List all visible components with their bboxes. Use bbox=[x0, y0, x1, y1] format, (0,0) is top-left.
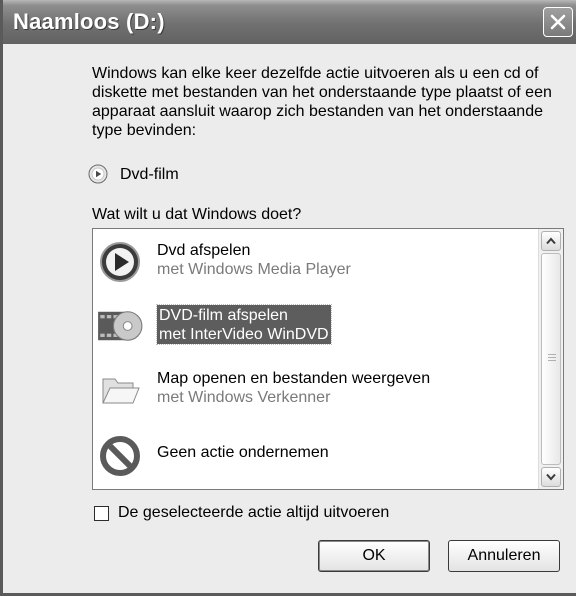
window-title: Naamloos (D:) bbox=[13, 9, 165, 34]
close-button[interactable] bbox=[543, 7, 573, 37]
always-do-label[interactable]: De geselecteerde actie altijd uitvoeren bbox=[118, 504, 389, 522]
scroll-down-button[interactable] bbox=[541, 467, 561, 487]
thumb-grip bbox=[548, 354, 556, 355]
action-subtitle: met Windows Verkenner bbox=[157, 389, 331, 406]
action-subtitle: met Windows Media Player bbox=[157, 261, 351, 278]
action-title: Map openen en bestanden weergeven bbox=[157, 370, 431, 387]
scroll-up-button[interactable] bbox=[541, 231, 561, 251]
chevron-up-icon bbox=[546, 237, 556, 245]
thumb-grip bbox=[548, 357, 556, 358]
question-label: Wat wilt u dat Windows doet? bbox=[92, 206, 302, 223]
action-title: DVD-film afspelen bbox=[159, 307, 288, 324]
no-action-icon bbox=[100, 436, 140, 476]
list-item-text: Map openen en bestanden weergeven met Wi… bbox=[157, 369, 430, 407]
action-subtitle: met InterVideo WinDVD bbox=[159, 326, 329, 343]
action-list[interactable]: Dvd afspelen met Windows Media Player DV… bbox=[92, 228, 564, 490]
action-title: Dvd afspelen bbox=[157, 242, 251, 259]
list-item-no-action[interactable]: Geen actie ondernemen bbox=[93, 423, 540, 483]
dvd-disc-icon bbox=[88, 164, 108, 184]
title-bar[interactable]: Naamloos (D:) bbox=[3, 0, 576, 44]
list-item-text: Dvd afspelen met Windows Media Player bbox=[157, 241, 351, 279]
thumb-grip bbox=[548, 360, 556, 361]
list-item-windvd[interactable]: DVD-film afspelen met InterVideo WinDVD bbox=[93, 293, 540, 353]
windvd-icon bbox=[98, 311, 143, 341]
list-item-media-player[interactable]: Dvd afspelen met Windows Media Player bbox=[93, 229, 540, 289]
folder-open-icon bbox=[102, 378, 140, 404]
dialog-window: Naamloos (D:) Windows kan elke keer deze… bbox=[0, 0, 576, 596]
media-player-icon bbox=[100, 242, 140, 282]
cancel-button[interactable]: Annuleren bbox=[448, 540, 560, 572]
close-icon bbox=[550, 14, 566, 30]
chevron-down-icon bbox=[546, 473, 556, 481]
list-item-open-folder[interactable]: Map openen en bestanden weergeven met Wi… bbox=[93, 357, 540, 417]
ok-button[interactable]: OK bbox=[318, 540, 430, 572]
list-item-text: Geen actie ondernemen bbox=[157, 443, 329, 462]
content-type-label: Dvd-film bbox=[120, 166, 179, 183]
intro-text: Windows kan elke keer dezelfde actie uit… bbox=[92, 65, 552, 139]
list-scrollbar[interactable] bbox=[538, 229, 563, 489]
list-item-text: DVD-film afspelen met InterVideo WinDVD bbox=[156, 304, 332, 345]
scroll-thumb[interactable] bbox=[541, 253, 561, 465]
action-title: Geen actie ondernemen bbox=[157, 444, 329, 461]
dialog-body: Windows kan elke keer dezelfde actie uit… bbox=[6, 44, 576, 593]
always-do-checkbox[interactable] bbox=[94, 506, 109, 521]
selected-highlight: DVD-film afspelen met InterVideo WinDVD bbox=[156, 304, 332, 345]
